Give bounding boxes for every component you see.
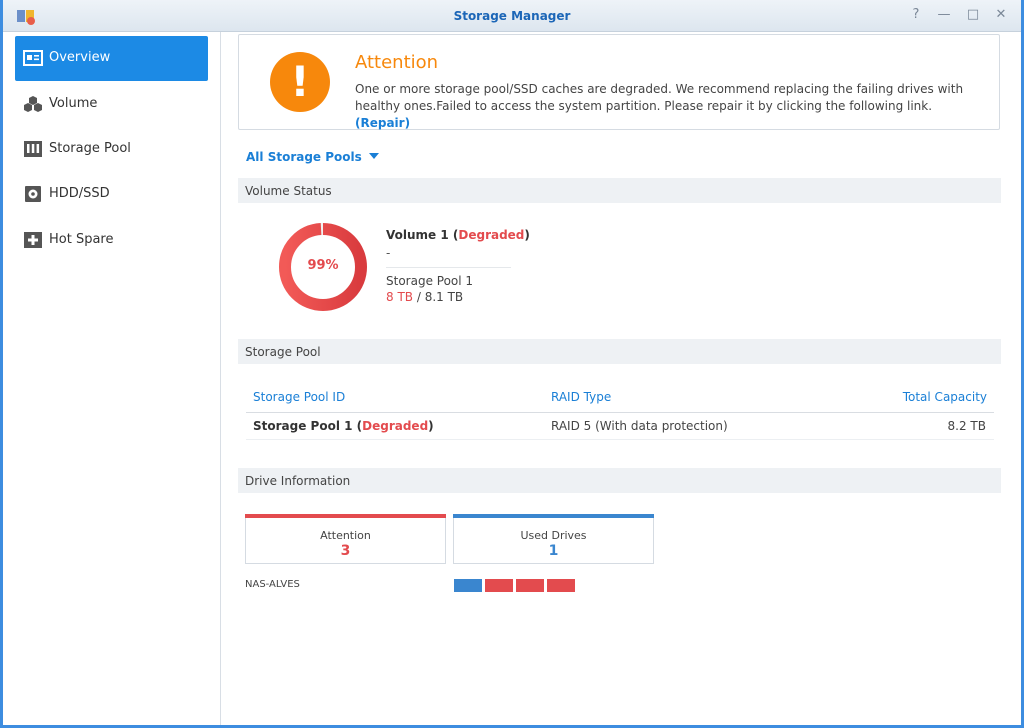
used-drives-count: 1 (548, 543, 559, 559)
volume-pool-name: Storage Pool 1 (386, 274, 474, 288)
column-total-capacity[interactable]: Total Capacity (903, 390, 987, 404)
volume-capacity: 8 TB / 8.1 TB (386, 290, 463, 304)
sidebar-item-label: HDD/SSD (49, 186, 110, 201)
drive-slot-3[interactable] (516, 579, 544, 592)
hot-spare-icon (24, 232, 42, 248)
sidebar-item-hot-spare[interactable]: Hot Spare (15, 218, 208, 263)
drive-slot-2[interactable] (485, 579, 513, 592)
total-capacity-cell: 8.2 TB (947, 419, 986, 433)
table-header: Storage Pool ID RAID Type Total Capacity (246, 383, 994, 413)
paren-close: ) (524, 228, 530, 242)
card-status-bar (245, 514, 446, 518)
hdd-icon (25, 186, 41, 202)
paren-open: ( (352, 419, 363, 433)
divider (386, 267, 511, 268)
sidebar-item-overview[interactable]: Overview (15, 36, 208, 81)
filter-label: All Storage Pools (246, 150, 362, 164)
paren-close: ) (428, 419, 434, 433)
sidebar-item-label: Hot Spare (49, 232, 114, 247)
pool-id-text: Storage Pool 1 (253, 419, 353, 433)
attention-alert: ! Attention One or more storage pool/SSD… (238, 34, 1000, 130)
maximize-icon[interactable]: □ (963, 5, 983, 25)
drive-slot-4[interactable] (547, 579, 575, 592)
alert-message-text: One or more storage pool/SSD caches are … (355, 82, 964, 113)
pool-id-cell: Storage Pool 1 (Degraded) (253, 419, 434, 433)
sidebar-item-hdd-ssd[interactable]: HDD/SSD (15, 172, 208, 217)
pool-status-badge: Degraded (362, 419, 429, 433)
storage-pool-filter-dropdown[interactable]: All Storage Pools (246, 150, 379, 164)
volume-status-badge: Degraded (458, 228, 525, 242)
storage-pool-header: Storage Pool (238, 339, 1001, 364)
volume-status-header: Volume Status (238, 178, 1001, 203)
repair-link[interactable]: (Repair) (355, 116, 410, 130)
sidebar-item-storage-pool[interactable]: Storage Pool (15, 127, 208, 172)
storage-manager-window: Storage Manager ? — □ ✕ Overview Volume (0, 0, 1024, 728)
volume-icon (24, 96, 42, 112)
card-status-bar (453, 514, 654, 518)
volume-name-text: Volume 1 (386, 228, 449, 242)
drive-information-header: Drive Information (238, 468, 1001, 493)
attention-drives-card[interactable]: Attention 3 (245, 514, 446, 564)
caret-down-icon (368, 153, 379, 159)
title-bar[interactable]: Storage Manager ? — □ ✕ (3, 0, 1021, 32)
storage-pool-icon (24, 141, 42, 157)
column-storage-pool-id[interactable]: Storage Pool ID (253, 390, 345, 404)
sidebar-item-label: Storage Pool (49, 141, 131, 156)
card-label: Attention (320, 529, 371, 542)
sidebar-item-label: Overview (49, 50, 111, 65)
alert-title: Attention (355, 52, 439, 73)
used-drives-card[interactable]: Used Drives 1 (453, 514, 654, 564)
drive-slot-1[interactable] (454, 579, 482, 592)
raid-type-cell: RAID 5 (With data protection) (551, 419, 728, 433)
main-panel: ! Attention One or more storage pool/SSD… (222, 32, 1021, 725)
alert-message: One or more storage pool/SSD caches are … (355, 81, 965, 132)
sidebar-item-volume[interactable]: Volume (15, 82, 208, 127)
close-icon[interactable]: ✕ (991, 5, 1011, 25)
nas-name: NAS-ALVES (245, 579, 300, 590)
sidebar: Overview Volume Storage Pool HDD/SSD Hot… (3, 32, 221, 725)
window-title: Storage Manager (453, 9, 571, 23)
used-capacity: 8 TB (386, 290, 414, 304)
volume-name: Volume 1 (Degraded) (386, 228, 530, 242)
warning-icon: ! (270, 52, 330, 112)
column-raid-type[interactable]: RAID Type (551, 390, 611, 404)
usage-percent: 99% (307, 258, 339, 273)
volume-description: - (386, 246, 391, 260)
help-icon[interactable]: ? (906, 5, 926, 25)
attention-count: 3 (340, 543, 351, 559)
minimize-icon[interactable]: — (934, 5, 954, 25)
overview-icon (23, 50, 43, 66)
paren-open: ( (448, 228, 459, 242)
card-label: Used Drives (520, 529, 587, 542)
table-row[interactable]: Storage Pool 1 (Degraded) RAID 5 (With d… (246, 413, 994, 440)
sidebar-item-label: Volume (49, 96, 98, 111)
total-capacity: / 8.1 TB (413, 290, 464, 304)
